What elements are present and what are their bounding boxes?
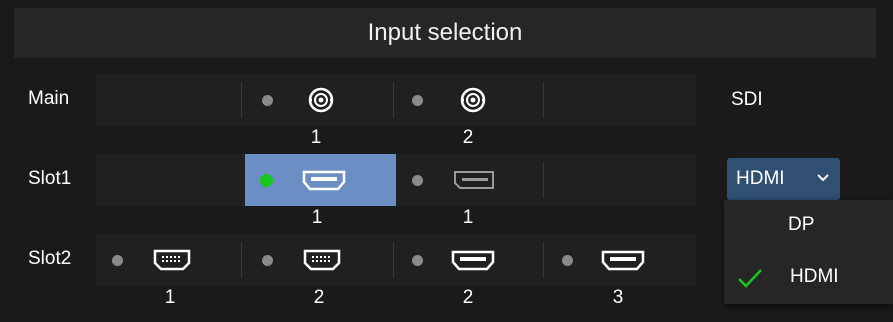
port-number: 1 bbox=[462, 207, 474, 228]
row-label-main: Main bbox=[28, 88, 70, 109]
port-number: 2 bbox=[462, 127, 474, 148]
option-label: DP bbox=[788, 214, 815, 235]
main-input-type-label: SDI bbox=[731, 89, 763, 110]
dropdown-option-dp[interactable]: DP bbox=[724, 200, 893, 252]
active-indicator bbox=[260, 174, 273, 187]
status-indicator bbox=[412, 95, 423, 106]
status-indicator bbox=[112, 255, 123, 266]
status-indicator bbox=[562, 255, 573, 266]
column-separator bbox=[241, 82, 242, 118]
row-label-slot2: Slot2 bbox=[28, 248, 72, 269]
option-label: HDMI bbox=[790, 266, 839, 287]
displayport-icon bbox=[454, 171, 494, 189]
status-indicator bbox=[262, 95, 273, 106]
dvi-icon bbox=[303, 249, 341, 271]
slot1-port-2-button[interactable] bbox=[396, 154, 544, 206]
dvi-icon bbox=[153, 249, 191, 271]
slot2-port-1-button[interactable] bbox=[96, 234, 244, 286]
port-number: 2 bbox=[313, 287, 325, 308]
hdmi-icon bbox=[601, 250, 645, 271]
row-label-slot1: Slot1 bbox=[28, 168, 72, 189]
chevron-down-icon bbox=[817, 174, 829, 182]
main-port-1-button[interactable] bbox=[246, 74, 394, 126]
status-indicator bbox=[412, 255, 423, 266]
dropdown-menu: DP HDMI bbox=[724, 200, 893, 304]
port-number: 1 bbox=[164, 287, 176, 308]
port-number: 2 bbox=[462, 287, 474, 308]
port-number: 1 bbox=[311, 207, 323, 228]
window-title-bar: Input selection bbox=[14, 8, 876, 58]
status-indicator bbox=[262, 255, 273, 266]
main-port-2-button[interactable] bbox=[396, 74, 544, 126]
slot1-input-type-dropdown[interactable]: HDMI bbox=[727, 158, 840, 200]
hdmi-icon bbox=[451, 250, 495, 271]
sdi-bnc-icon bbox=[308, 87, 334, 113]
window-title: Input selection bbox=[367, 19, 523, 46]
status-indicator bbox=[412, 175, 423, 186]
dropdown-selected-value: HDMI bbox=[736, 168, 785, 189]
slot2-port-4-button[interactable] bbox=[546, 234, 694, 286]
sdi-bnc-icon bbox=[460, 87, 486, 113]
port-number: 1 bbox=[310, 127, 322, 148]
dropdown-option-hdmi[interactable]: HDMI bbox=[724, 252, 893, 304]
slot2-port-3-button[interactable] bbox=[396, 234, 544, 286]
slot1-port-1-button[interactable] bbox=[245, 154, 396, 206]
checkmark-icon bbox=[738, 269, 762, 288]
port-number: 3 bbox=[612, 287, 624, 308]
slot2-port-2-button[interactable] bbox=[246, 234, 394, 286]
hdmi-icon bbox=[302, 170, 346, 191]
